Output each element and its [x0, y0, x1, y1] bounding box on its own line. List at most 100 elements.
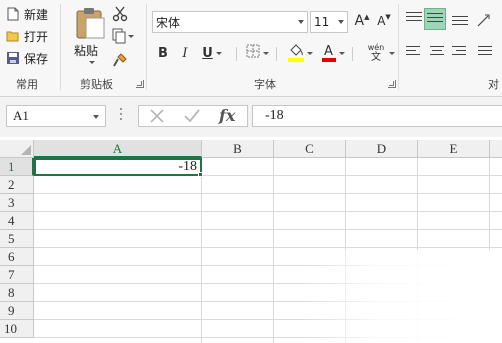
grow-font-label: A [354, 13, 365, 29]
save-label: 保存 [24, 51, 49, 66]
chevron-down-icon [298, 20, 304, 24]
underline-button[interactable]: U [198, 44, 226, 62]
column-header-d[interactable]: D [346, 140, 418, 158]
font-color-icon: A [321, 44, 336, 62]
group-divider [398, 4, 399, 90]
fill-handle[interactable] [198, 172, 203, 177]
pinyin-char: 文 [371, 51, 381, 63]
font-size-select[interactable]: 11 [310, 11, 348, 33]
divider [236, 47, 237, 61]
align-top-icon[interactable] [406, 12, 422, 26]
gridline [34, 211, 502, 212]
clipboard-launcher-icon[interactable] [136, 80, 144, 88]
copy-icon[interactable] [112, 28, 134, 44]
italic-button[interactable]: I [178, 44, 192, 62]
chevron-down-icon [338, 51, 345, 55]
open-label: 打开 [24, 29, 49, 44]
formula-bar: A1 fx -18 [0, 97, 502, 137]
fill-color-button[interactable] [284, 44, 316, 62]
paste-label: 粘贴 [74, 44, 99, 58]
chevron-down-icon[interactable] [389, 52, 395, 55]
format-painter-icon[interactable] [112, 52, 128, 68]
cut-icon[interactable] [112, 6, 128, 22]
screen-glare [300, 250, 502, 343]
cell-a1-value: -18 [178, 159, 197, 174]
row-header-3[interactable]: 3 [0, 194, 34, 212]
fill-color-swatch [287, 58, 304, 62]
font-group-label: 字体 [254, 78, 276, 91]
open-folder-icon [6, 29, 20, 43]
column-header-a[interactable]: A [34, 140, 202, 158]
alignment-group-label: 对 [488, 78, 499, 91]
font-color-letter: A [324, 44, 333, 59]
select-all-button[interactable] [0, 140, 34, 158]
column-header-c[interactable]: C [274, 140, 346, 158]
shrink-font-label: A [377, 14, 386, 28]
row-header-1[interactable]: 1 [0, 158, 34, 176]
font-launcher-icon[interactable] [388, 80, 396, 88]
cancel-icon[interactable] [149, 108, 165, 127]
chevron-down-icon [306, 51, 313, 55]
font-color-swatch [321, 58, 336, 62]
chevron-down-icon [215, 51, 222, 55]
paste-button[interactable]: 粘贴 [72, 4, 108, 68]
formula-bar-grip[interactable] [120, 108, 122, 124]
enter-check-icon[interactable] [183, 108, 201, 127]
paste-dropdown-icon[interactable] [89, 61, 95, 64]
formula-input[interactable]: -18 [252, 105, 502, 127]
italic-label: I [182, 45, 188, 61]
row-header-8[interactable]: 8 [0, 284, 34, 302]
bold-label: B [158, 45, 168, 61]
row-header-6[interactable]: 6 [0, 248, 34, 266]
caret-up-icon: ▲ [364, 13, 370, 21]
new-button[interactable]: 新建 [6, 4, 48, 24]
chevron-down-icon [93, 115, 99, 119]
worksheet-grid[interactable]: A B C D E 1 2 3 4 5 6 7 8 9 10 -18 [0, 140, 502, 343]
shrink-font-button[interactable]: A ▼ [376, 12, 392, 30]
caret-down-icon: ▼ [385, 13, 391, 21]
row-header-4[interactable]: 4 [0, 212, 34, 230]
font-size-value: 11 [314, 15, 330, 29]
align-bottom-icon[interactable] [452, 16, 468, 30]
chevron-down-icon [338, 20, 344, 24]
row-header-7[interactable]: 7 [0, 266, 34, 284]
row-header-2[interactable]: 2 [0, 176, 34, 194]
group-divider [60, 4, 61, 90]
ribbon: 新建 打开 保存 常用 粘贴 剪贴板 宋体 11 A ▲ A ▼ B I U A… [0, 0, 502, 97]
font-color-button[interactable]: A [318, 44, 348, 62]
gridline [34, 193, 502, 194]
formula-buttons: fx [138, 105, 248, 127]
pinyin-label: wén [367, 42, 385, 52]
open-button[interactable]: 打开 [6, 26, 48, 46]
gridline [273, 158, 274, 343]
column-header-e[interactable]: E [418, 140, 490, 158]
name-box[interactable]: A1 [6, 105, 106, 127]
font-name-select[interactable]: 宋体 [152, 11, 308, 33]
align-left-icon[interactable] [406, 46, 422, 60]
column-header-f[interactable] [490, 140, 502, 158]
clipboard-group-label: 剪贴板 [80, 78, 113, 91]
gridline [201, 158, 202, 343]
align-center-icon[interactable] [430, 46, 446, 60]
row-header-5[interactable]: 5 [0, 230, 34, 248]
save-disk-icon [6, 51, 20, 65]
paint-bucket-icon [287, 44, 304, 62]
save-button[interactable]: 保存 [6, 48, 48, 68]
gridline [34, 247, 502, 248]
insert-function-button[interactable]: fx [219, 106, 235, 125]
align-middle-button[interactable] [424, 8, 446, 30]
grow-font-button[interactable]: A ▲ [354, 12, 370, 30]
chevron-down-icon [262, 51, 269, 55]
column-header-b[interactable]: B [202, 140, 274, 158]
indent-icon[interactable] [478, 46, 494, 60]
bold-button[interactable]: B [156, 44, 170, 62]
borders-button[interactable] [244, 44, 270, 62]
row-header-10[interactable]: 10 [0, 320, 34, 338]
active-cell-a1[interactable]: -18 [34, 158, 202, 176]
row-header-9[interactable]: 9 [0, 302, 34, 320]
align-middle-icon [427, 13, 443, 27]
align-right-icon[interactable] [452, 46, 468, 60]
orientation-icon[interactable] [476, 12, 492, 27]
divider [352, 47, 353, 61]
clipboard-icon [74, 6, 106, 43]
